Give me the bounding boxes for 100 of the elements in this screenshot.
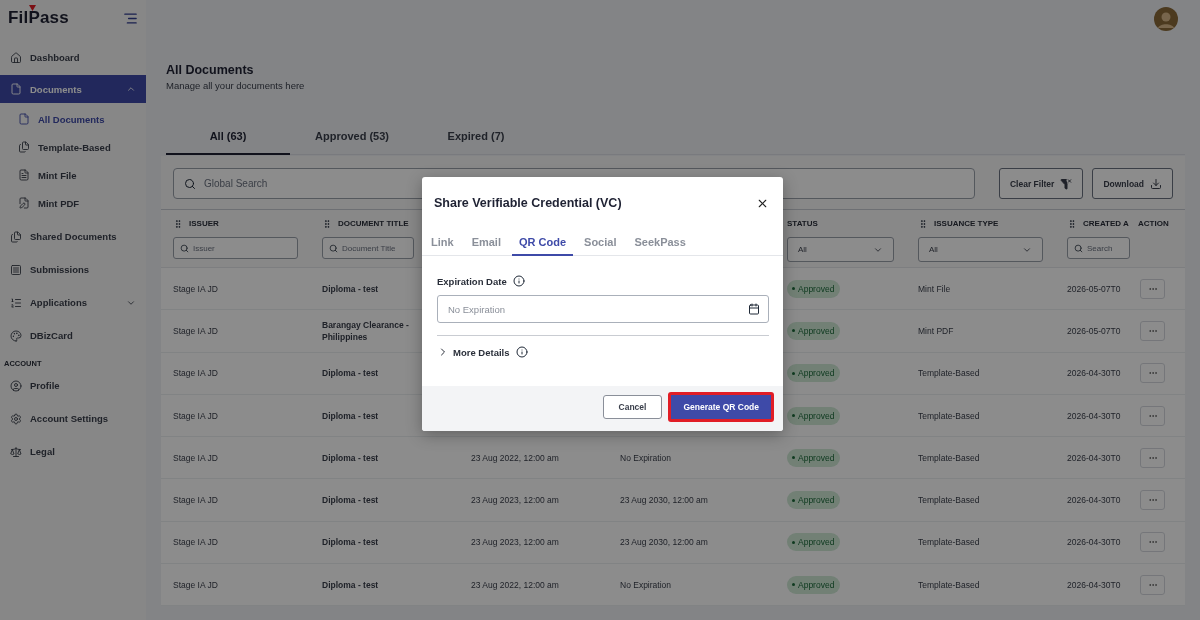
- table-cell: 2026-04-30T0: [1067, 495, 1121, 506]
- chevron-up-icon: [126, 84, 136, 94]
- filter-field[interactable]: Issuer: [173, 237, 298, 259]
- cancel-button[interactable]: Cancel: [602, 395, 663, 419]
- file-icon: [10, 83, 22, 95]
- table-cell: Template-Based: [918, 410, 980, 421]
- tab[interactable]: Approved (53): [290, 119, 414, 155]
- settings-icon: [10, 412, 22, 425]
- status-pill: Approved: [787, 575, 841, 594]
- column-header: DOCUMENT TITLE: [338, 219, 409, 228]
- generate-button[interactable]: Generate QR Code: [668, 392, 774, 422]
- table-cell: 2026-04-30T0: [1067, 579, 1121, 590]
- table-cell: Stage IA JD: [173, 537, 218, 548]
- table-cell: Mint PDF: [918, 325, 954, 336]
- table-cell: Template-Based: [918, 368, 980, 379]
- date-field[interactable]: No Expiration: [437, 295, 769, 323]
- submenu-item[interactable]: All Documents: [0, 105, 146, 133]
- page-subtitle: Manage all your documents here: [166, 80, 306, 91]
- scale-icon: [10, 445, 22, 458]
- logo: FilPass: [8, 8, 69, 28]
- submenu-item[interactable]: Template-Based: [0, 133, 146, 161]
- submenu-item[interactable]: Mint File: [0, 161, 146, 189]
- files-icon: [18, 141, 30, 153]
- dialog-tab[interactable]: SeekPass: [627, 229, 693, 256]
- table-cell: 23 Aug 2030, 12:00 am: [620, 495, 708, 506]
- menu-icon[interactable]: [123, 10, 138, 26]
- sidebar-item[interactable]: Shared Documents: [0, 221, 146, 252]
- drag-handle-icon[interactable]: [1067, 218, 1077, 229]
- table-cell: Diploma - test: [322, 283, 379, 294]
- dialog-tab[interactable]: QR Code: [512, 229, 574, 256]
- status-pill: Approved: [787, 364, 841, 383]
- page-title: All Documents: [166, 63, 255, 77]
- download-icon: [1150, 177, 1162, 190]
- sidebar-item[interactable]: Account Settings: [0, 403, 146, 434]
- drag-handle-icon[interactable]: [918, 218, 928, 229]
- download-button[interactable]: Download: [1092, 168, 1173, 199]
- submenu-item[interactable]: Mint PDF: [0, 189, 146, 217]
- clear-filter-button[interactable]: Clear Filter: [999, 168, 1084, 199]
- dialog-tab[interactable]: Link: [424, 229, 461, 256]
- table-cell: 2026-04-30T0: [1067, 410, 1121, 421]
- table-cell: Diploma - test: [322, 368, 379, 379]
- table-cell: Stage IA JD: [173, 452, 218, 463]
- filter-select[interactable]: All: [787, 237, 894, 262]
- table-cell: 2026-04-30T0: [1067, 537, 1121, 548]
- status-pill: Approved: [787, 533, 841, 552]
- filter-select[interactable]: All: [918, 237, 1043, 262]
- column-header: ACTION: [1138, 219, 1169, 228]
- dialog-tab[interactable]: Email: [464, 229, 508, 256]
- logo-mark-icon: [29, 5, 36, 11]
- table-cell: 2026-05-07T0: [1067, 325, 1121, 336]
- file-icon: [18, 113, 30, 125]
- files-icon: [10, 230, 22, 243]
- drag-handle-icon[interactable]: [173, 218, 183, 229]
- status-pill: Approved: [787, 448, 841, 467]
- table-cell: Stage IA JD: [173, 283, 218, 294]
- sidebar-item[interactable]: Dashboard: [0, 42, 146, 73]
- column-header: ISSUANCE TYPE: [934, 219, 999, 228]
- info-icon[interactable]: [512, 275, 525, 287]
- house-icon: [10, 51, 22, 64]
- table-cell: No Expiration: [620, 452, 672, 463]
- table-cell: Diploma - test: [322, 537, 379, 548]
- sidebar-item[interactable]: Legal: [0, 436, 146, 467]
- table-cell: Template-Based: [918, 495, 980, 506]
- table-cell: Stage IA JD: [173, 579, 218, 590]
- search-icon: [1074, 243, 1083, 253]
- table-cell: 23 Aug 2022, 12:00 am: [471, 452, 559, 463]
- table-cell: Stage IA JD: [173, 410, 218, 421]
- status-pill: Approved: [787, 279, 841, 298]
- table-cell: Barangay Clearance - Philippines: [322, 319, 409, 342]
- table-cell: Diploma - test: [322, 579, 379, 590]
- more-details-toggle[interactable]: More Details: [437, 346, 510, 358]
- status-pill: Approved: [787, 491, 841, 510]
- calendar-icon[interactable]: [748, 303, 760, 315]
- status-pill: Approved: [787, 321, 841, 340]
- column-header: STATUS: [787, 219, 818, 228]
- table-cell: 23 Aug 2023, 12:00 am: [471, 537, 559, 548]
- avatar[interactable]: [1154, 7, 1178, 31]
- sidebar-item[interactable]: Profile: [0, 370, 146, 401]
- dialog-tab[interactable]: Social: [577, 229, 624, 256]
- column-header: ISSUER: [189, 219, 219, 228]
- numbered-list-icon: [10, 296, 22, 309]
- sidebar-item[interactable]: Applications: [0, 287, 146, 318]
- field-label: Expiration Date: [437, 275, 507, 287]
- column-header: CREATED A: [1083, 219, 1129, 228]
- table-cell: Mint File: [918, 283, 951, 294]
- filter-field[interactable]: Search: [1067, 237, 1130, 259]
- table-cell: Stage IA JD: [173, 368, 218, 379]
- table-cell: 23 Aug 2030, 12:00 am: [620, 537, 708, 548]
- table-cell: 23 Aug 2023, 12:00 am: [471, 495, 559, 506]
- sidebar-item[interactable]: Documents: [0, 75, 146, 103]
- drag-handle-icon[interactable]: [322, 218, 332, 229]
- tab[interactable]: Expired (7): [414, 119, 538, 155]
- table-cell: Diploma - test: [322, 495, 379, 506]
- dialog-title: Share Verifiable Credential (VC): [434, 196, 622, 210]
- info-icon[interactable]: [515, 346, 528, 358]
- filter-field[interactable]: Document Title: [322, 237, 414, 259]
- funnel-icon: [1060, 177, 1073, 190]
- sidebar-item[interactable]: DBizCard: [0, 320, 146, 351]
- sidebar-item[interactable]: Submissions: [0, 254, 146, 285]
- status-pill: Approved: [787, 406, 841, 425]
